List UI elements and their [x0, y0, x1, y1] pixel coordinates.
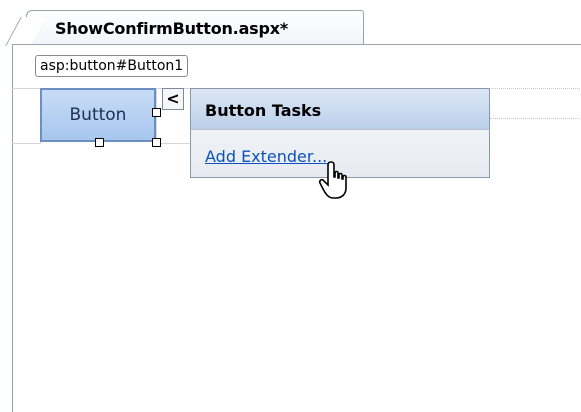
hand-pointer-icon	[318, 161, 347, 199]
document-tabstrip: ShowConfirmButton.aspx*	[0, 0, 581, 46]
selected-element-tag: asp:button#Button1	[35, 55, 189, 77]
add-extender-link[interactable]: Add Extender...	[205, 147, 327, 166]
smart-tag-chevron-icon[interactable]: <	[162, 88, 184, 110]
layout-guide-line	[490, 118, 580, 119]
resize-handle[interactable]	[152, 138, 161, 147]
table-cell	[12, 88, 41, 144]
resize-handle[interactable]	[152, 108, 161, 117]
resize-handle[interactable]	[95, 138, 104, 147]
document-tab-label: ShowConfirmButton.aspx*	[55, 19, 289, 38]
asp-button-label: Button	[69, 105, 127, 125]
panel-title: Button Tasks	[205, 101, 322, 120]
panel-header: Button Tasks	[191, 89, 489, 130]
asp-button-control[interactable]: Button	[40, 88, 156, 142]
document-tab[interactable]: ShowConfirmButton.aspx*	[26, 10, 364, 44]
